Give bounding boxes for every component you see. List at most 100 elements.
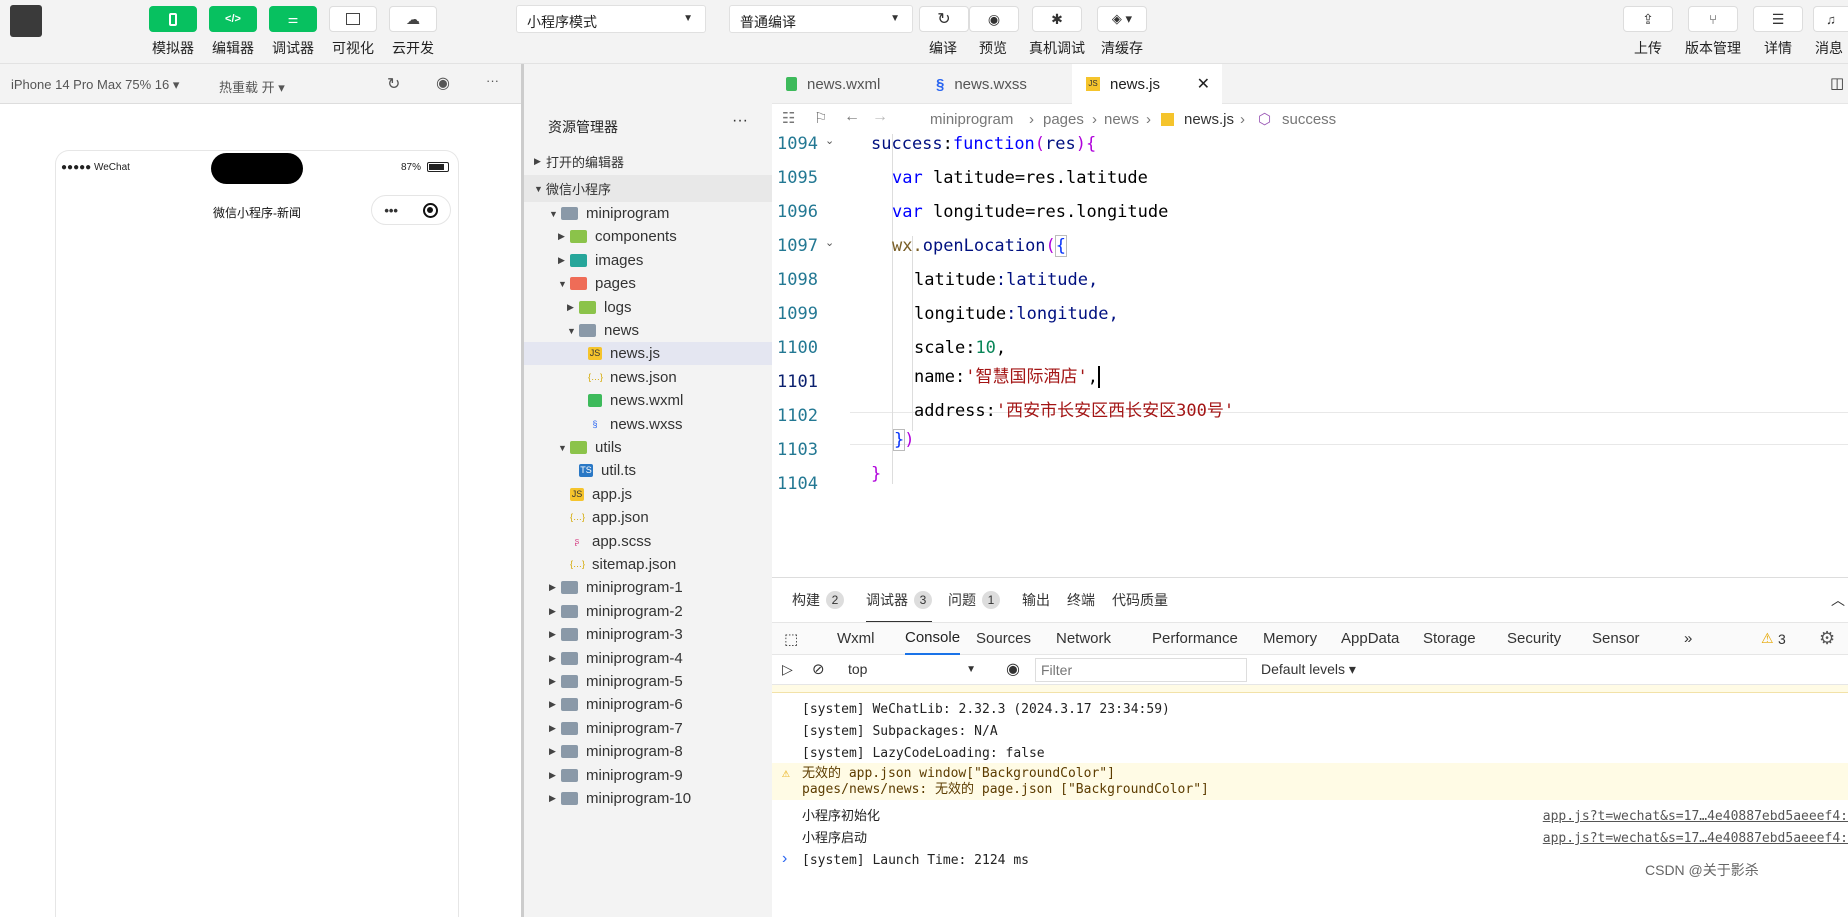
more-icon[interactable]: ··· [486, 73, 499, 88]
tree-file[interactable]: {…} sitemap.json [524, 553, 775, 576]
close-miniprogram-icon[interactable] [422, 202, 438, 218]
tree-file[interactable]: {…} news.json [524, 366, 775, 389]
tree-folder[interactable]: ▶ miniprogram-9 [524, 764, 775, 787]
tree-folder[interactable]: ▼ pages [524, 272, 775, 295]
devtools-tab[interactable]: Storage [1423, 622, 1476, 655]
devtools-tab[interactable]: » [1684, 622, 1692, 655]
version-button[interactable]: ⑂ [1688, 6, 1738, 32]
tab-news-wxml[interactable]: news.wxml [772, 64, 922, 104]
source-link[interactable]: app.js?t=wechat&s=17…4e40887ebd5aeeef4: [1543, 828, 1848, 849]
breadcrumb-item[interactable]: pages [1043, 111, 1084, 128]
panel-tab[interactable]: 调试器 3 [866, 578, 932, 622]
simulator-toggle-button[interactable] [149, 6, 197, 32]
real-device-debug-button[interactable]: ✱ [1032, 6, 1082, 32]
tree-folder[interactable]: ▶ miniprogram-6 [524, 693, 775, 716]
panel-tab[interactable]: 输出 [1022, 578, 1050, 622]
devtools-tab[interactable]: Network [1056, 622, 1111, 655]
compile-button[interactable]: ↻ [919, 6, 969, 32]
visual-button[interactable] [329, 6, 377, 32]
tree-folder[interactable]: ▶ miniprogram-4 [524, 647, 775, 670]
tree-file[interactable]: news.wxml [524, 389, 775, 412]
refresh-simulator-icon[interactable]: ↻ [387, 74, 400, 94]
tree-folder[interactable]: ▶ miniprogram-7 [524, 717, 775, 740]
capsule-menu[interactable]: ••• [371, 195, 451, 225]
device-select[interactable]: iPhone 14 Pro Max 75% 16 ▾ [11, 77, 179, 93]
compile-mode-select[interactable]: 普通编译 ▼ [729, 5, 913, 33]
tree-folder[interactable]: ▶ miniprogram-1 [524, 576, 775, 599]
forward-arrow-icon[interactable]: → [872, 108, 888, 126]
tree-folder[interactable]: ▼ news [524, 319, 775, 342]
collapse-panel-icon[interactable]: ︿ [1831, 590, 1845, 610]
tree-file[interactable]: ʂ app.scss [524, 530, 775, 553]
devtools-tab[interactable]: Sources [976, 622, 1031, 655]
fold-icon[interactable]: ⌄ [825, 134, 834, 147]
hot-reload-toggle[interactable]: 热重载 开 ▾ [219, 77, 285, 96]
user-avatar[interactable] [10, 5, 42, 37]
warning-count[interactable]: 3 [1778, 631, 1786, 647]
context-select[interactable]: top ▼ [838, 658, 984, 682]
phone-simulator[interactable]: ●●●●● WeChat 87% 微信小程序-新闻 ••• [55, 150, 459, 917]
breadcrumb-item[interactable]: miniprogram [930, 111, 1013, 128]
split-editor-icon[interactable]: ◫ [1830, 74, 1844, 92]
panel-tab[interactable]: 终端 [1067, 578, 1095, 622]
sidebar-toggle-icon[interactable]: ▷ [782, 661, 793, 678]
preview-button[interactable]: ◉ [969, 6, 1019, 32]
tree-file[interactable]: TS util.ts [524, 459, 775, 482]
tree-folder[interactable]: ▶ images [524, 249, 775, 272]
mode-select[interactable]: 小程序模式 ▼ [516, 5, 706, 33]
bookmark-icon[interactable]: ⚐ [814, 109, 827, 127]
tree-file[interactable]: JS app.js [524, 483, 775, 506]
tree-folder[interactable]: ▶ components [524, 225, 775, 248]
code-area[interactable]: ⌄ ⌄ 1094 1095 1096 1097 1098 1099 1100 1101 1102… [772, 134, 1848, 577]
tab-news-wxss[interactable]: § news.wxss [922, 64, 1072, 104]
breadcrumb-item[interactable]: news.js [1184, 111, 1234, 128]
tree-folder[interactable]: ▼ utils [524, 436, 775, 459]
tree-folder[interactable]: ▶ miniprogram-10 [524, 787, 775, 810]
fold-icon[interactable]: ⌄ [825, 236, 834, 249]
panel-tab[interactable]: 代码质量 [1112, 578, 1168, 622]
devtools-tab[interactable]: Security [1507, 622, 1561, 655]
tree-folder[interactable]: ▶ miniprogram-2 [524, 600, 775, 623]
tree-file[interactable]: JS news.js [524, 342, 775, 366]
close-tab-icon[interactable]: ✕ [1197, 74, 1210, 94]
devtools-tab[interactable]: AppData [1341, 622, 1399, 655]
devtools-tab[interactable]: Sensor [1592, 622, 1640, 655]
devtools-tab[interactable]: Wxml [837, 622, 875, 655]
explorer-more-icon[interactable]: ··· [732, 112, 748, 130]
breadcrumb-item[interactable]: success [1282, 111, 1336, 128]
tree-folder[interactable]: ▶ miniprogram-5 [524, 670, 775, 693]
panel-tab[interactable]: 问题 1 [948, 578, 1000, 622]
details-button[interactable]: ☰ [1753, 6, 1803, 32]
tree-folder[interactable]: ▼ miniprogram [524, 202, 775, 225]
devtools-tab[interactable]: Console [905, 622, 961, 655]
breadcrumb-item[interactable]: news [1104, 111, 1139, 128]
more-dots-icon[interactable]: ••• [384, 203, 398, 218]
panel-tab[interactable]: 构建 2 [792, 578, 844, 622]
tree-file[interactable]: {…} app.json [524, 506, 775, 529]
tree-folder[interactable]: ▶ logs [524, 296, 775, 319]
eye-icon[interactable]: ◉ [1006, 659, 1020, 679]
editor-toggle-button[interactable]: </> [209, 6, 257, 32]
debugger-toggle-button[interactable]: ⚌ [269, 6, 317, 32]
tree-folder[interactable]: ▶ miniprogram-8 [524, 740, 775, 763]
clear-cache-button[interactable]: ◈ ▾ [1097, 6, 1147, 32]
devtools-tab[interactable]: Performance [1152, 622, 1238, 655]
console-prompt[interactable]: › [782, 850, 787, 868]
settings-gear-icon[interactable]: ⚙ [1819, 628, 1835, 649]
tree-file[interactable]: § news.wxss [524, 413, 775, 436]
log-levels-select[interactable]: Default levels ▾ [1261, 661, 1356, 678]
upload-button[interactable]: ⇪ [1623, 6, 1673, 32]
clear-console-icon[interactable]: ⊘ [812, 660, 825, 678]
tab-news-js[interactable]: JS news.js ✕ [1072, 64, 1222, 104]
messages-button[interactable]: ♫ [1813, 6, 1848, 32]
console-filter-input[interactable] [1035, 658, 1247, 682]
inspect-icon[interactable]: ⬚ [784, 630, 798, 648]
cloud-button[interactable]: ☁ [389, 6, 437, 32]
open-editors-section[interactable]: ▶ 打开的编辑器 [524, 148, 775, 175]
back-arrow-icon[interactable]: ← [844, 108, 860, 126]
project-section[interactable]: ▼ 微信小程序 [524, 175, 775, 202]
devtools-tab[interactable]: Memory [1263, 622, 1317, 655]
source-link[interactable]: app.js?t=wechat&s=17…4e40887ebd5aeeef4: [1543, 806, 1848, 827]
outline-icon[interactable]: ☷ [782, 109, 795, 127]
stop-icon[interactable]: ◉ [436, 73, 450, 93]
